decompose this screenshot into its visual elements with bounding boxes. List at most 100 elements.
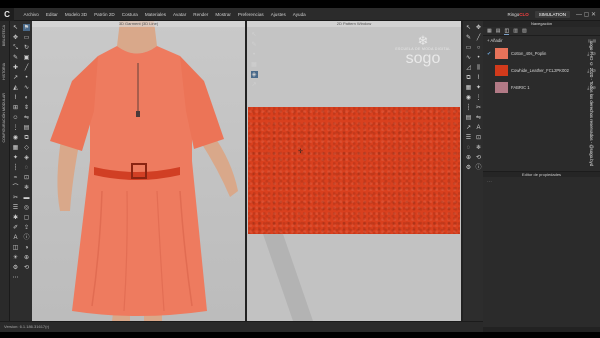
r-mirror-icon[interactable]: ⇋ xyxy=(475,114,482,121)
flatten-tool-icon[interactable]: ▬ xyxy=(23,194,30,201)
simulation-mode-button[interactable]: SIMULATION xyxy=(534,11,570,18)
pin-tool-icon[interactable]: ✎ xyxy=(12,54,19,61)
grid-tool-icon[interactable]: ▤ xyxy=(23,124,30,131)
garment-tool-icon[interactable]: ◭ xyxy=(12,84,19,91)
viewport-2d[interactable]: 2D Pattern Window ↖ ✎ • ▦ ◈ ↗ ❄ ESCUELA … xyxy=(247,21,461,321)
topstitch-tool-icon[interactable]: ┆ xyxy=(12,164,19,171)
menu-item-10[interactable]: Ajustes xyxy=(267,12,289,17)
export-tool-icon[interactable]: ⇪ xyxy=(23,224,30,231)
r-annotate-icon[interactable]: A xyxy=(475,124,482,131)
r-button-icon[interactable]: ◉ xyxy=(465,94,472,101)
r-rect-icon[interactable]: ▭ xyxy=(465,44,472,51)
line-tool-icon[interactable]: ╱ xyxy=(23,64,30,71)
puckering-tool-icon[interactable]: ≈ xyxy=(12,174,19,181)
fold-tool-icon[interactable]: ⤡ xyxy=(12,44,19,51)
r-info-icon[interactable]: ⓘ xyxy=(475,164,482,171)
2d-select-tool-icon[interactable]: ↖ xyxy=(251,31,258,38)
r-hide-icon[interactable]: ◌ xyxy=(465,144,472,151)
sew-tool-icon[interactable]: ⌇ xyxy=(12,94,19,101)
fabric-tool-icon[interactable]: ▣ xyxy=(23,54,30,61)
menu-item-7[interactable]: Render xyxy=(190,12,212,17)
layer-tool-icon[interactable]: ☰ xyxy=(12,204,19,211)
info-tool-icon[interactable]: ⓘ xyxy=(23,234,30,241)
seam-tool-icon[interactable]: ⧉ xyxy=(23,134,30,141)
color-tool-icon[interactable]: ◐ xyxy=(23,94,30,101)
fabric-list-item[interactable]: FABRIC 1 ⤓ ⊘ xyxy=(487,80,596,95)
menu-item-4[interactable]: Costura xyxy=(118,12,141,17)
tab-button[interactable]: ▥ xyxy=(513,28,518,34)
menu-item-5[interactable]: Materiales xyxy=(141,12,169,17)
menu-item-3[interactable]: Patrón 2D xyxy=(91,12,119,17)
r-zip-icon[interactable]: ⋮ xyxy=(475,94,482,101)
tab-scene[interactable]: ▦ xyxy=(487,28,492,34)
light-tool-icon[interactable]: ☀ xyxy=(12,254,19,261)
piping-tool-icon[interactable]: ⌒ xyxy=(12,184,19,191)
rotate-tool-icon[interactable]: ↻ xyxy=(23,44,30,51)
annotate-tool-icon[interactable]: A xyxy=(12,234,19,241)
menu-item-8[interactable]: Mostrar xyxy=(212,12,235,17)
r-grid-icon[interactable]: ▤ xyxy=(465,114,472,121)
2d-active-tool-icon[interactable]: ◈ xyxy=(250,71,258,78)
r-zoom-icon[interactable]: ⊕ xyxy=(465,154,472,161)
render-tool-icon[interactable]: ◎ xyxy=(23,204,30,211)
menu-item-1[interactable]: Editar xyxy=(42,12,61,17)
tab-historia[interactable]: HISTORIA xyxy=(2,63,6,80)
leather-fabric-swatch[interactable] xyxy=(248,107,460,234)
r-reset-icon[interactable]: ⟲ xyxy=(475,154,482,161)
point-tool-icon[interactable]: • xyxy=(23,74,30,81)
r-seam-icon[interactable]: ⧉ xyxy=(465,74,472,81)
curve-tool-icon[interactable]: ∿ xyxy=(23,84,30,91)
r-pleat-icon[interactable]: ⫼ xyxy=(475,64,482,71)
r-trim-icon[interactable]: ✂ xyxy=(475,104,482,111)
lock-tool-icon[interactable]: ⊡ xyxy=(23,174,30,181)
r-select-icon[interactable]: ↖ xyxy=(465,24,472,31)
user-account[interactable]: RingoCLO xyxy=(508,12,529,17)
r-freeze-icon[interactable]: ❄ xyxy=(475,144,482,151)
zip-tool-icon[interactable]: ⋮ xyxy=(12,124,19,131)
r-circle-icon[interactable]: ○ xyxy=(475,44,482,51)
viewport-3d[interactable]: 3D Garment (3D Line) xyxy=(32,21,245,321)
menu-item-11[interactable]: Ayuda xyxy=(289,12,309,17)
tab-fabric[interactable]: ◫ xyxy=(504,28,510,35)
menu-item-9[interactable]: Preferencias xyxy=(234,12,267,17)
button-tool-icon[interactable]: ◉ xyxy=(12,134,19,141)
r-point-icon[interactable]: • xyxy=(475,54,482,61)
transform-tool-icon[interactable]: ✥ xyxy=(12,34,19,41)
avatar-tool-icon[interactable]: ☺ xyxy=(12,114,19,121)
tab-list[interactable]: ▤ xyxy=(496,28,501,34)
r-topstitch-icon[interactable]: ┆ xyxy=(465,104,472,111)
shape-tool-icon[interactable]: ◇ xyxy=(23,144,30,151)
mirror-tool-icon[interactable]: ⇋ xyxy=(23,114,30,121)
brush-tool-icon[interactable]: ✐ xyxy=(12,224,19,231)
r-pen-icon[interactable]: ✎ xyxy=(465,34,472,41)
menu-item-0[interactable]: Archivo xyxy=(20,12,42,17)
cloth-tool-icon[interactable]: ◈ xyxy=(23,154,30,161)
freeze-tool-icon[interactable]: ❄ xyxy=(23,184,30,191)
2d-texture-tool-icon[interactable]: ▦ xyxy=(251,61,258,68)
simulate-tool-icon[interactable]: ⚑ xyxy=(23,24,30,31)
fabric-list-item[interactable]: Cowhide_Leather_FCL2PK002 ⤓ ⊘ xyxy=(487,63,596,78)
r-graphic-icon[interactable]: ✦ xyxy=(475,84,482,91)
trim-tool-icon[interactable]: ✂ xyxy=(12,194,19,201)
view-tool-icon[interactable]: ◑ xyxy=(23,244,30,251)
settings-tool-icon[interactable]: ⚙ xyxy=(12,264,19,271)
r-line-icon[interactable]: ╱ xyxy=(475,34,482,41)
pattern-tool-icon[interactable]: ▭ xyxy=(23,34,30,41)
zoom-tool-icon[interactable]: ⊕ xyxy=(23,254,30,261)
more-icon[interactable]: ⋯ xyxy=(487,179,492,185)
select-tool-icon[interactable]: ↖ xyxy=(12,24,19,31)
snapshot-tool-icon[interactable]: ▢ xyxy=(23,214,30,221)
window-controls[interactable]: — ▢ ✕ xyxy=(576,11,596,18)
r-curve-icon[interactable]: ∿ xyxy=(465,54,472,61)
2d-point-tool-icon[interactable]: • xyxy=(251,51,258,58)
measure-tool-icon[interactable]: ↗ xyxy=(12,74,19,81)
graphic-tool-icon[interactable]: ✦ xyxy=(12,154,19,161)
strengthen-tool-icon[interactable]: ✱ xyxy=(12,214,19,221)
2d-measure-tool-icon[interactable]: ↗ xyxy=(251,81,258,88)
r-dart-icon[interactable]: ◿ xyxy=(465,64,472,71)
fit-tool-icon[interactable]: ⊞ xyxy=(12,104,19,111)
r-settings-icon[interactable]: ⚙ xyxy=(465,164,472,171)
tab-configuracion-modular[interactable]: CONFIGURACIÓN MODULAR xyxy=(2,93,6,143)
r-layer-icon[interactable]: ☰ xyxy=(465,134,472,141)
menu-item-2[interactable]: Modelo 3D xyxy=(61,12,90,17)
